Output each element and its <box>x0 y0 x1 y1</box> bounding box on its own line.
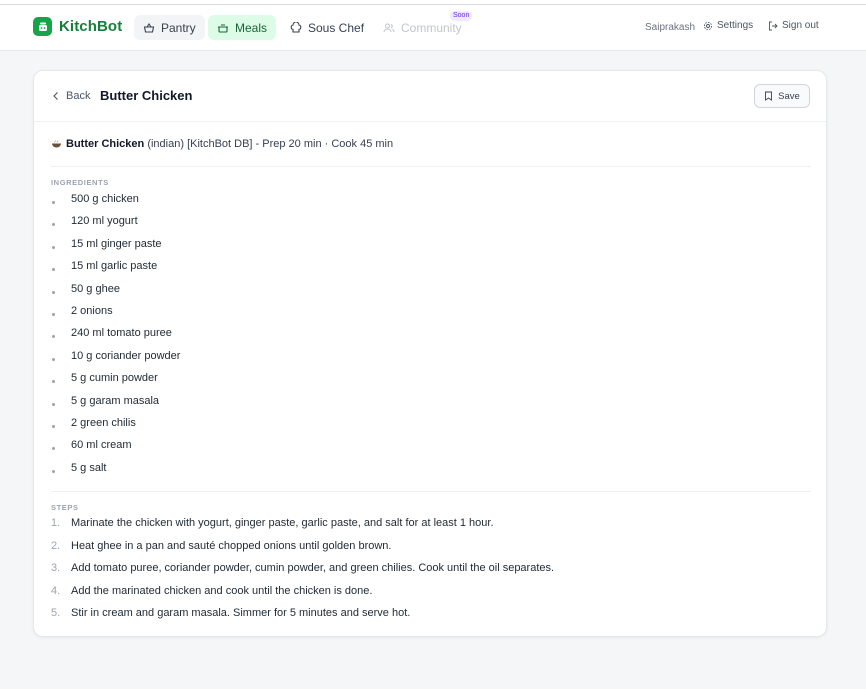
step-list: 1. Marinate the chicken with yogurt, ging… <box>51 515 554 628</box>
step-item: 5. Stir in cream and garam masala. Simmer… <box>51 605 554 628</box>
robot-chef-icon <box>33 17 52 36</box>
nav-pantry[interactable]: Pantry <box>134 15 205 40</box>
step-number: 4. <box>51 584 61 597</box>
summary-times: - Prep 20 min · Cook 45 min <box>255 138 394 150</box>
step-text: Marinate the chicken with yogurt, ginger… <box>71 517 494 529</box>
ingredient-item: 50 g ghee <box>51 281 180 303</box>
ingredient-item: 120 ml yogurt <box>51 213 180 235</box>
ingredient-item: 2 onions <box>51 303 180 325</box>
step-number: 3. <box>51 562 61 574</box>
bowl-icon <box>52 140 61 148</box>
ingredient-item: 5 g salt <box>51 460 180 482</box>
ingredient-item: 2 green chilis <box>51 415 180 437</box>
brand[interactable]: KitchBot <box>33 17 122 36</box>
step-text: Stir in cream and garam masala. Simmer f… <box>71 607 411 619</box>
nav-meals[interactable]: Meals <box>208 15 277 40</box>
summary-name: Butter Chicken <box>66 138 145 150</box>
settings-link[interactable]: Settings <box>703 20 753 31</box>
ingredient-item: 5 g garam masala <box>51 393 180 415</box>
nav-pantry-label: Pantry <box>161 20 196 35</box>
save-button[interactable]: Save <box>754 84 810 108</box>
divider <box>51 166 811 167</box>
gear-icon <box>703 21 713 30</box>
summary-cuisine: (indian) <box>147 138 184 150</box>
back-button[interactable]: Back <box>52 90 90 102</box>
page-title: Butter Chicken <box>100 88 193 103</box>
chef-hat-icon <box>290 21 302 33</box>
soon-badge: Soon <box>450 11 473 21</box>
steps-heading: STEPS <box>51 503 79 512</box>
bookmark-icon <box>765 91 773 101</box>
summary-source: [KitchBot DB] <box>187 138 253 150</box>
step-text: Add the marinated chicken and cook until… <box>71 584 373 597</box>
ingredient-item: 60 ml cream <box>51 437 180 459</box>
chevron-left-icon <box>53 92 58 100</box>
ingredient-item: 15 ml ginger paste <box>51 236 180 258</box>
step-number: 1. <box>51 517 61 529</box>
step-item: 4. Add the marinated chicken and cook unt… <box>51 583 554 606</box>
nav-sous-chef-label: Sous Chef <box>308 20 365 35</box>
ingredient-list: 500 g chicken 120 ml yogurt 15 ml ginger p… <box>51 191 180 482</box>
ingredients-heading: INGREDIENTS <box>51 178 109 187</box>
recipe-summary: Butter Chicken (indian) [KitchBot DB] - … <box>51 138 393 150</box>
users-icon <box>383 22 395 32</box>
nav-sous-chef[interactable]: Sous Chef <box>281 15 373 40</box>
sign-out-label: Sign out <box>782 20 819 31</box>
ingredient-item: 5 g cumin powder <box>51 370 180 392</box>
navbar: KitchBot Pantry Meals Sous Chef Communit… <box>0 5 866 51</box>
back-label: Back <box>66 90 91 102</box>
sign-out-link[interactable]: Sign out <box>768 20 819 31</box>
step-text: Add tomato puree, coriander powder, cumi… <box>71 562 555 574</box>
step-item: 2. Heat ghee in a pan and sauté chopped o… <box>51 538 554 561</box>
nav-meals-label: Meals <box>235 20 268 35</box>
ingredient-item: 500 g chicken <box>51 191 180 213</box>
ingredient-item: 10 g coriander powder <box>51 348 180 370</box>
recipe-header: Back Butter Chicken Save <box>34 71 826 122</box>
divider <box>51 491 811 492</box>
step-item: 3. Add tomato puree, coriander powder, cu… <box>51 560 554 583</box>
step-number: 5. <box>51 607 61 619</box>
save-label: Save <box>778 90 800 102</box>
pot-icon <box>218 23 228 33</box>
recipe-card: Back Butter Chicken Save Butter Chicken … <box>33 70 827 637</box>
settings-label: Settings <box>717 20 754 31</box>
ingredient-item: 15 ml garlic paste <box>51 258 180 280</box>
ingredient-item: 240 ml tomato puree <box>51 325 180 347</box>
step-number: 2. <box>51 539 61 552</box>
step-text: Heat ghee in a pan and sauté chopped oni… <box>71 539 392 552</box>
logout-icon <box>769 21 778 30</box>
user-name: Saiprakash <box>645 22 696 33</box>
basket-icon <box>143 22 155 33</box>
brand-name: KitchBot <box>59 18 123 35</box>
step-item: 1. Marinate the chicken with yogurt, ging… <box>51 515 554 538</box>
nav-community-label: Community <box>401 20 462 35</box>
